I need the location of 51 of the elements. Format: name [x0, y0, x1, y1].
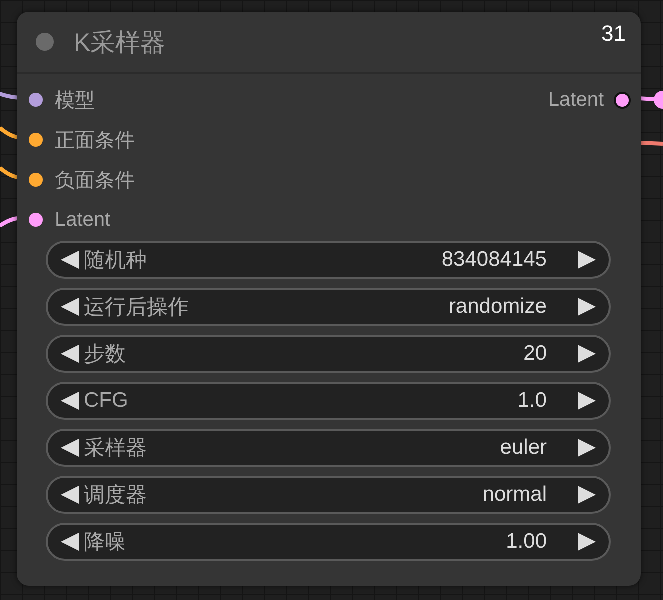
left-arrow-icon[interactable]	[60, 391, 80, 411]
right-arrow-icon[interactable]	[577, 485, 597, 505]
right-arrow-icon[interactable]	[577, 438, 597, 458]
widget-field[interactable]: 降噪 1.00	[46, 523, 611, 561]
widget-label: 运行后操作	[84, 295, 189, 321]
widget-value: euler	[500, 436, 547, 460]
right-arrow-icon[interactable]	[577, 297, 597, 317]
input-label: 正面条件	[55, 128, 135, 154]
left-arrow-icon[interactable]	[60, 344, 80, 364]
right-arrow-icon[interactable]	[577, 344, 597, 364]
wire-end-icon	[654, 91, 663, 109]
widget-field[interactable]: 步数 20	[46, 335, 611, 373]
widget-value: 1.00	[506, 530, 547, 554]
output-label: Latent	[548, 88, 604, 112]
widget-field[interactable]: 调度器 normal	[46, 476, 611, 514]
input-label: Latent	[55, 208, 111, 232]
widget-label: 步数	[84, 342, 126, 368]
left-arrow-icon[interactable]	[60, 485, 80, 505]
widget-value: normal	[482, 483, 547, 507]
widget-label: CFG	[84, 389, 128, 413]
node-panel[interactable]: K采样器 31 模型 正面条件 负面条件 Latent Latent 随机种 834084145 运行后操作 randomize 步数 20 CFG 1.0 采样器 euler 调度器 normal 降噪 1.00	[17, 12, 641, 586]
left-arrow-icon[interactable]	[60, 297, 80, 317]
right-arrow-icon[interactable]	[577, 250, 597, 270]
widget-label: 采样器	[84, 436, 147, 462]
widget-value: 1.0	[518, 389, 547, 413]
widget-value: randomize	[448, 295, 547, 319]
widget-field[interactable]: 运行后操作 randomize	[46, 288, 611, 326]
collapse-dot-icon[interactable]	[36, 33, 54, 51]
widget-label: 随机种	[84, 248, 147, 274]
right-arrow-icon[interactable]	[577, 391, 597, 411]
right-arrow-icon[interactable]	[577, 532, 597, 552]
input-label: 负面条件	[55, 168, 135, 194]
widget-value: 834084145	[442, 248, 547, 272]
output-slot-icon[interactable]	[614, 92, 631, 108]
input-slot-icon[interactable]	[29, 93, 43, 107]
node-id: 31	[602, 21, 626, 47]
input-slot-icon[interactable]	[29, 173, 43, 187]
node-title: K采样器	[74, 28, 166, 58]
input-slot-icon[interactable]	[29, 213, 43, 227]
widget-field[interactable]: 采样器 euler	[46, 429, 611, 467]
left-arrow-icon[interactable]	[60, 250, 80, 270]
input-slot-icon[interactable]	[29, 133, 43, 147]
input-label: 模型	[55, 88, 95, 114]
widget-field[interactable]: 随机种 834084145	[46, 241, 611, 279]
widget-label: 降噪	[84, 530, 126, 556]
left-arrow-icon[interactable]	[60, 438, 80, 458]
wire	[640, 141, 663, 146]
widget-value: 20	[524, 342, 547, 366]
left-arrow-icon[interactable]	[60, 532, 80, 552]
widget-field[interactable]: CFG 1.0	[46, 382, 611, 420]
widget-label: 调度器	[84, 483, 147, 509]
